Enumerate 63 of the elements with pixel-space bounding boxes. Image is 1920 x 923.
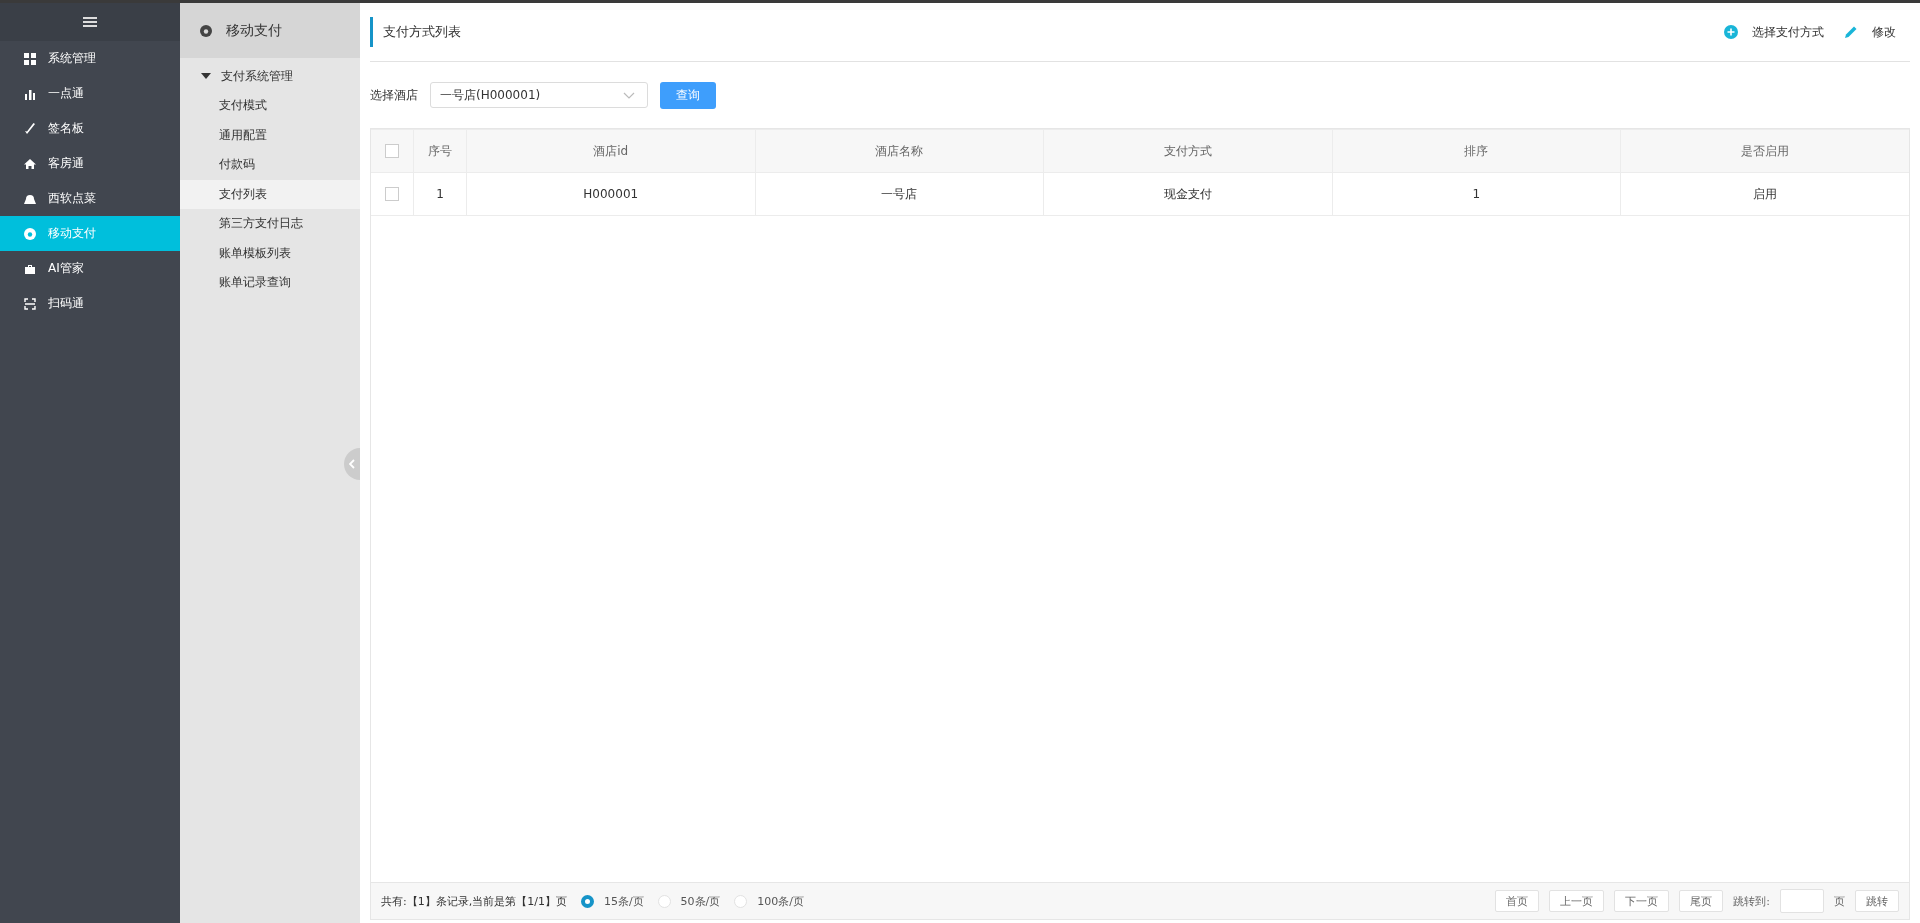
- column-header: 序号: [413, 129, 467, 173]
- column-header: 是否启用: [1620, 129, 1909, 173]
- page-size-option[interactable]: 50条/页: [657, 893, 721, 909]
- coin-icon: [200, 24, 212, 37]
- chevron-down-icon: [623, 91, 635, 99]
- table-cell: 1: [1332, 172, 1621, 216]
- table-cell: 一号店: [755, 172, 1044, 216]
- column-header: 排序: [1332, 129, 1621, 173]
- submenu-group[interactable]: 支付系统管理: [180, 61, 360, 91]
- hotel-select[interactable]: 一号店(H000001): [430, 82, 648, 108]
- pager-button[interactable]: 尾页: [1679, 890, 1724, 912]
- sidebar-item[interactable]: 西软点菜: [0, 181, 180, 216]
- jump-label: 跳转到:: [1733, 893, 1770, 909]
- page-size-option[interactable]: 100条/页: [734, 893, 804, 909]
- plus-circle-icon: [1724, 25, 1738, 39]
- pager-button[interactable]: 上一页: [1549, 890, 1605, 912]
- submenu-item[interactable]: 支付列表: [180, 179, 360, 209]
- sidebar-item[interactable]: 客房通: [0, 146, 180, 181]
- sidebar-item[interactable]: AI管家: [0, 251, 180, 286]
- menu-toggle[interactable]: [0, 3, 180, 41]
- page-size-option[interactable]: 15条/页: [580, 893, 644, 909]
- submenu-item[interactable]: 第三方支付日志: [180, 209, 360, 239]
- column-header: 支付方式: [1043, 129, 1332, 173]
- menu-icon: [83, 17, 97, 27]
- edit-button[interactable]: 修改: [1844, 23, 1896, 41]
- filter-label: 选择酒店: [370, 86, 418, 104]
- row-checkbox[interactable]: [385, 187, 399, 202]
- bar-chart-icon: [24, 87, 36, 100]
- caret-icon: [201, 72, 211, 80]
- collapse-handle[interactable]: [344, 448, 360, 480]
- page-title: 支付方式列表: [370, 17, 471, 47]
- chevron-left-icon: [349, 459, 355, 469]
- sidebar-item[interactable]: 签名板: [0, 111, 180, 146]
- submenu-item[interactable]: 账单模板列表: [180, 238, 360, 268]
- submenu-item[interactable]: 付款码: [180, 150, 360, 180]
- submenu-title: 移动支付: [226, 21, 282, 40]
- page-unit: 页: [1834, 893, 1845, 909]
- table-cell: 现金支付: [1043, 172, 1332, 216]
- grid-icon: [24, 52, 36, 65]
- add-button[interactable]: 选择支付方式: [1724, 23, 1824, 41]
- pager-button[interactable]: 下一页: [1614, 890, 1670, 912]
- table-cell: 1: [413, 172, 467, 216]
- pager-button[interactable]: 首页: [1495, 890, 1540, 912]
- submenu-item[interactable]: 支付模式: [180, 91, 360, 121]
- house-icon: [24, 157, 36, 170]
- submenu-item[interactable]: 账单记录查询: [180, 268, 360, 298]
- cloche-icon: [24, 192, 36, 205]
- jump-button[interactable]: 跳转: [1855, 890, 1899, 912]
- select-all-checkbox[interactable]: [385, 144, 399, 159]
- sidebar-item[interactable]: 一点通: [0, 76, 180, 111]
- record-summary: 共有:【1】条记录,当前是第【1/1】页: [381, 893, 567, 909]
- sidebar-item[interactable]: 系统管理: [0, 41, 180, 76]
- scan-icon: [24, 297, 36, 310]
- table-cell: H000001: [466, 172, 755, 216]
- submenu-item[interactable]: 通用配置: [180, 120, 360, 150]
- sidebar-item[interactable]: 扫码通: [0, 286, 180, 321]
- column-header: 酒店id: [466, 129, 755, 173]
- pen-icon: [24, 122, 36, 135]
- coin-icon: [24, 227, 36, 240]
- column-header: 酒店名称: [755, 129, 1044, 173]
- page-input[interactable]: [1780, 889, 1824, 913]
- bag-icon: [24, 262, 36, 275]
- pencil-icon: [1844, 25, 1858, 39]
